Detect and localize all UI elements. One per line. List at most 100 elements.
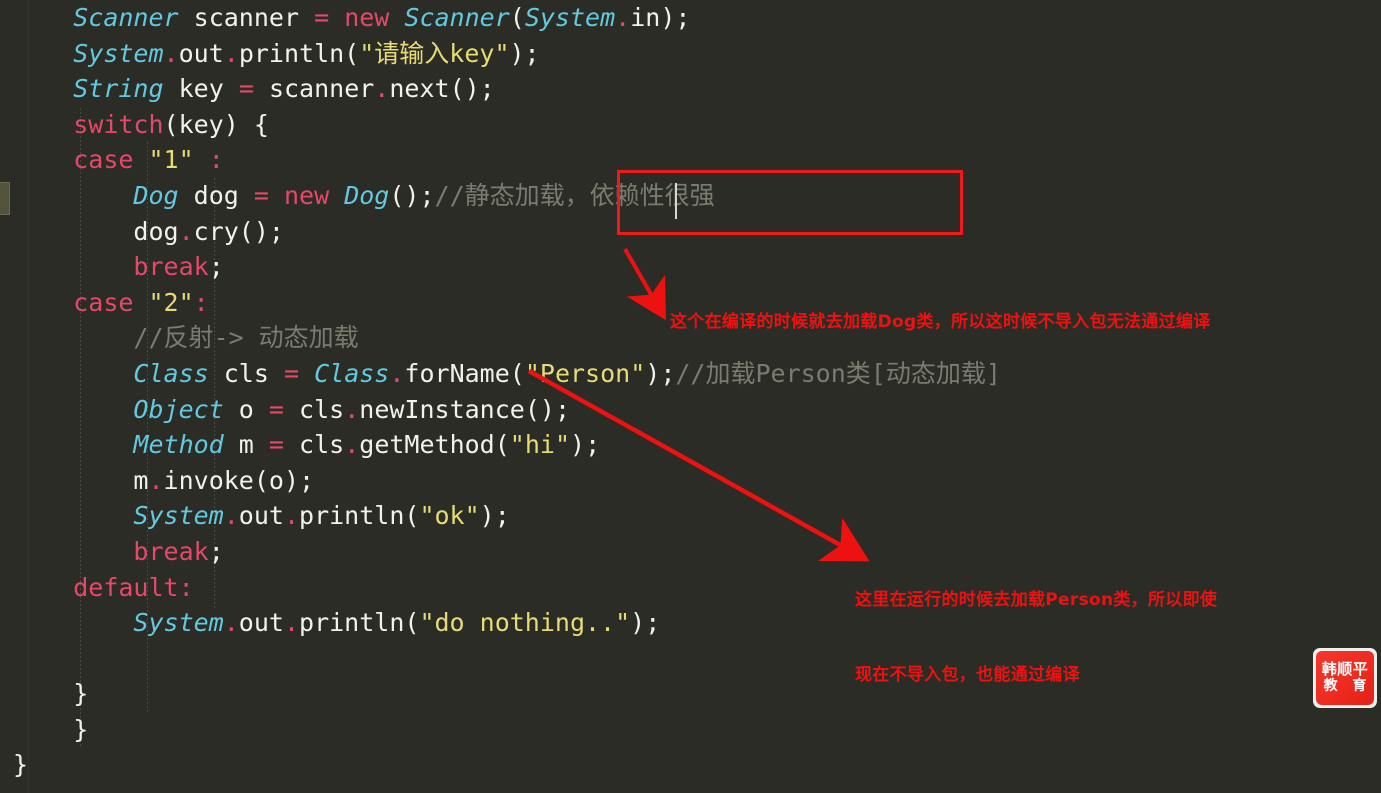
watermark-logo-badge: 韩顺平 教 育 — [1316, 651, 1374, 705]
code-line[interactable]: case "1" : — [0, 142, 1381, 178]
code-token-plain: out — [238, 501, 284, 531]
code-token-dot: . — [344, 430, 360, 460]
code-line[interactable]: String key = scanner.next(); — [0, 71, 1381, 107]
code-token-kw: = — [253, 180, 269, 210]
code-token-plain: cls — [299, 394, 345, 424]
code-token-kw: : — [193, 287, 209, 317]
code-line[interactable]: dog.cry(); — [0, 214, 1381, 250]
code-token-kw: break — [133, 252, 209, 282]
code-token-dot: . — [283, 501, 300, 531]
code-token-plain: o — [238, 394, 254, 424]
code-line[interactable]: Method m = cls.getMethod("hi"); — [0, 427, 1381, 463]
code-token-str: "hi" — [509, 430, 571, 460]
code-line[interactable]: m.invoke(o); — [0, 463, 1381, 499]
code-editor-screenshot: Scanner scanner = new Scanner(System.in)… — [0, 0, 1381, 793]
code-line[interactable]: Object o = cls.newInstance(); — [0, 392, 1381, 428]
code-token-str: "do nothing.." — [419, 608, 631, 638]
code-line[interactable]: break; — [0, 249, 1381, 285]
code-line[interactable]: System.out.println("请输入key"); — [0, 36, 1381, 72]
code-line[interactable]: } — [0, 747, 1381, 783]
code-token-cls: Object — [133, 394, 224, 424]
code-token-punc: } — [73, 714, 89, 744]
code-token-plain: dog — [193, 180, 239, 210]
code-token-dot: . — [344, 394, 360, 424]
code-token-plain: scanner — [268, 74, 375, 104]
code-token-str: "2" — [148, 287, 194, 317]
code-token-kw: = — [268, 430, 284, 460]
code-token-plain: key — [178, 74, 224, 104]
code-token-dot: . — [223, 38, 239, 68]
code-token-kw: case — [73, 287, 134, 317]
watermark-logo: 韩顺平 教 育 — [1313, 648, 1377, 708]
code-token-plain: cls — [299, 430, 345, 460]
code-token-plain: next — [389, 74, 450, 104]
text-caret — [675, 183, 677, 219]
code-token-kw: : — [208, 145, 224, 175]
code-token-cmt: //静态加载，依赖性很强 — [434, 180, 715, 210]
code-token-plain: newInstance — [359, 394, 525, 424]
code-token-cls: System — [133, 608, 224, 638]
code-line[interactable]: switch(key) { — [0, 107, 1381, 143]
code-token-cls: Class — [314, 358, 390, 388]
code-token-kw: = — [314, 3, 330, 32]
code-token-punc: ( — [509, 3, 525, 32]
code-token-cls: Scanner — [73, 3, 179, 32]
code-token-punc: ( — [509, 358, 525, 388]
code-token-kw: new — [283, 180, 330, 210]
code-token-punc: (); — [524, 394, 570, 424]
code-token-cls: System — [73, 38, 164, 68]
code-token-kw: = — [283, 358, 300, 388]
code-token-plain: out — [238, 608, 284, 638]
code-token-punc: ); — [660, 3, 691, 32]
code-token-plain: getMethod — [359, 430, 495, 460]
code-token-kw: break — [133, 536, 209, 566]
code-line[interactable]: Class cls = Class.forName("Person");//加载… — [0, 356, 1381, 392]
code-token-str: "ok" — [419, 501, 480, 531]
annotation-note-2-line-1: 这里在运行的时候去加载Person类，所以即使 — [855, 590, 1218, 610]
code-token-cls: Method — [133, 430, 224, 460]
code-token-punc: ); — [570, 430, 601, 460]
code-token-punc: ); — [479, 501, 510, 531]
code-token-kw: = — [238, 74, 254, 104]
code-token-plain: cry — [193, 216, 239, 246]
code-token-plain: out — [178, 38, 224, 68]
code-line[interactable]: System.out.println("ok"); — [0, 498, 1381, 534]
code-token-kw: new — [344, 3, 390, 32]
code-line[interactable]: Scanner scanner = new Scanner(System.in)… — [0, 0, 1381, 36]
code-token-plain: scanner — [193, 3, 299, 32]
code-token-kw: case — [73, 145, 134, 175]
code-token-dot: . — [615, 3, 631, 32]
watermark-logo-line-2: 教 育 — [1323, 678, 1372, 694]
code-token-kw: = — [268, 394, 284, 424]
code-token-dot: . — [389, 358, 405, 388]
code-line[interactable]: Dog dog = new Dog();//静态加载，依赖性很强 — [0, 178, 1381, 214]
annotation-note-2: 这里在运行的时候去加载Person类，所以即使 现在不导入包，也能通过编译 — [855, 538, 1217, 738]
